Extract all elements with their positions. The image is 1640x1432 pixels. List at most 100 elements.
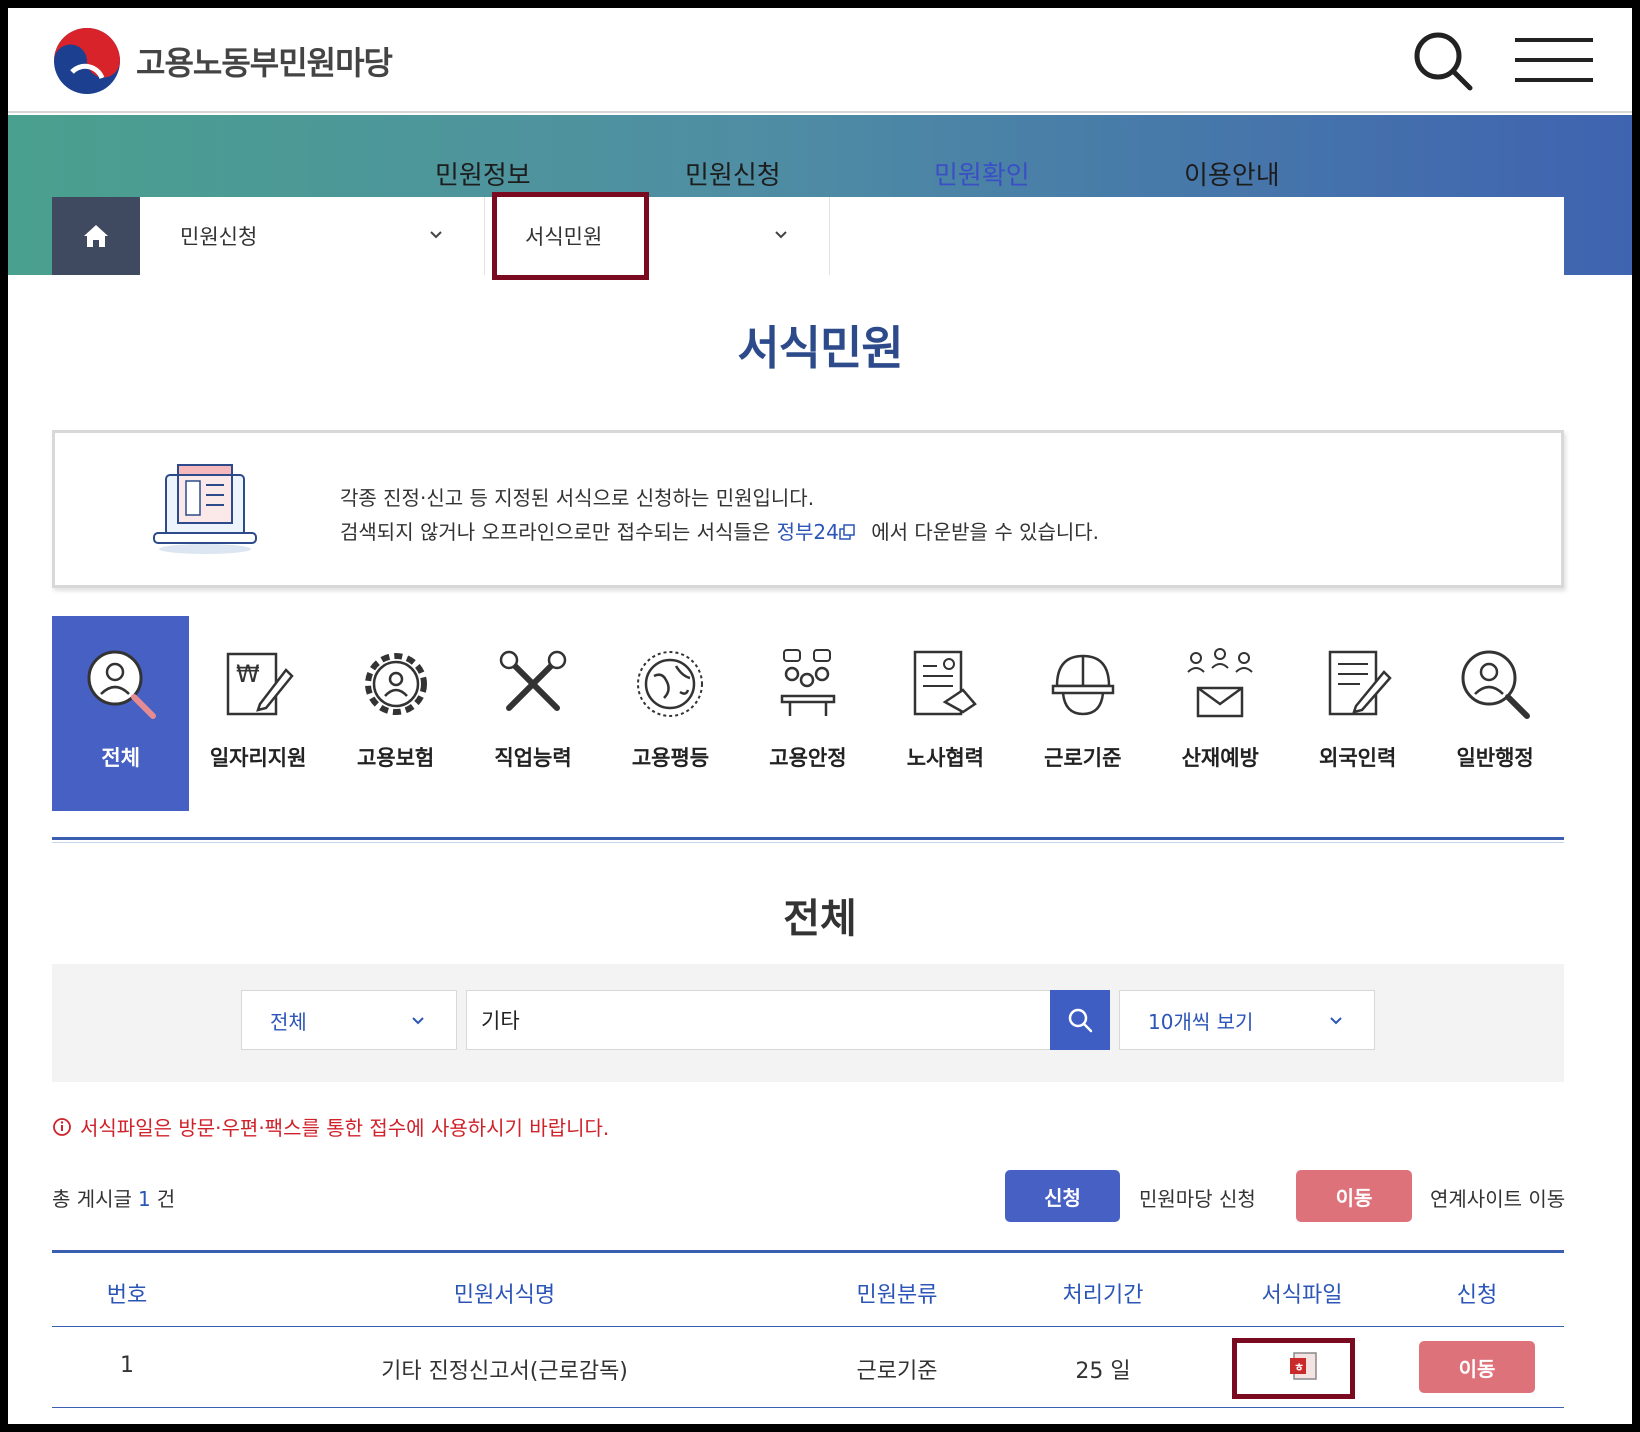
info-text: 각종 진정·신고 등 지정된 서식으로 신청하는 민원입니다. 검색되지 않거나…	[340, 481, 1099, 549]
category-tab-employment-stability[interactable]: 고용안정	[739, 616, 876, 811]
document-pen-icon	[1328, 650, 1392, 716]
tools-icon	[499, 650, 567, 711]
legend-apply-text: 민원마당 신청	[1139, 1187, 1256, 1211]
gov24-link[interactable]: 정부24	[777, 520, 865, 544]
category-label: 고용보험	[356, 746, 435, 770]
search-input[interactable]: 기타	[466, 990, 1053, 1050]
category-divider	[52, 837, 1564, 840]
meeting-people-icon	[780, 649, 836, 716]
hamburger-menu-icon[interactable]	[1513, 36, 1595, 86]
legend-move-badge: 이동	[1296, 1170, 1412, 1222]
highlight-box-file	[1232, 1338, 1355, 1399]
cell-period: 25 일	[1075, 1359, 1131, 1384]
gnb-item-usage-guide[interactable]: 이용안내	[1184, 155, 1280, 192]
taegeuk-logo-icon	[54, 28, 120, 94]
people-mail-icon	[1187, 648, 1253, 718]
th-period: 처리기간	[1062, 1283, 1144, 1308]
laptop-form-icon	[153, 464, 257, 554]
total-prefix: 총 게시글	[52, 1187, 132, 1211]
svg-text:₩: ₩	[236, 660, 260, 688]
category-label: 고용안정	[769, 746, 847, 770]
info-line2-pre: 검색되지 않거나 오프라인으로만 접수되는 서식들은	[340, 520, 771, 544]
category-tab-all[interactable]: 전체	[52, 616, 190, 811]
legend-apply-badge: 신청	[1005, 1170, 1120, 1222]
th-form-file: 서식파일	[1261, 1283, 1343, 1308]
info-circle-icon	[53, 1117, 71, 1136]
person-magnifier-icon	[87, 650, 156, 719]
legend-move-text: 연계사이트 이동	[1430, 1187, 1566, 1211]
page-title: 서식민원	[737, 321, 903, 375]
gov24-link-label: 정부24	[776, 520, 839, 544]
category-tab-accident-prevention[interactable]: 산재예방	[1152, 616, 1289, 811]
info-line2: 검색되지 않거나 오프라인으로만 접수되는 서식들은 정부24 에서 다운받을 …	[340, 515, 1099, 549]
category-label: 전체	[101, 746, 141, 770]
external-link-icon	[839, 524, 855, 540]
row-move-button[interactable]: 이동	[1419, 1341, 1535, 1393]
home-button[interactable]	[52, 197, 140, 275]
cell-form-name: 기타 진정신고서(근로감독)	[381, 1359, 628, 1384]
category-tab-general-admin[interactable]: 일반행정	[1426, 616, 1563, 811]
page-size-value: 10개씩 보기	[1148, 1009, 1254, 1034]
search-icon	[1068, 1008, 1093, 1033]
category-tab-labor-standards[interactable]: 근로기준	[1014, 616, 1151, 811]
category-label: 산재예방	[1181, 746, 1259, 770]
category-select-value: 전체	[270, 1009, 307, 1034]
notice-message: 서식파일은 방문·우편·팩스를 통한 접수에 사용하시기 바랍니다.	[52, 1112, 609, 1141]
gear-person-icon	[364, 653, 427, 715]
chevron-down-icon	[412, 1017, 424, 1025]
chevron-down-icon	[1330, 1017, 1342, 1025]
category-tabs: 전체 ₩ 일자리지원 고용보험 직업능력 고용평등 고용안정 노사협력 근로기준…	[52, 616, 1564, 811]
page-size-select[interactable]: 10개씩 보기	[1119, 990, 1375, 1050]
search-icon[interactable]	[1410, 28, 1476, 94]
category-label: 외국인력	[1319, 746, 1397, 770]
site-header: 고용노동부민원마당	[8, 8, 1632, 113]
notice-text: 서식파일은 방문·우편·팩스를 통한 접수에 사용하시기 바랍니다.	[80, 1116, 610, 1140]
safety-helmet-icon	[1051, 654, 1115, 716]
gnb-item-complaint-check[interactable]: 민원확인	[934, 155, 1030, 192]
total-number: 1	[137, 1187, 151, 1211]
gnb-item-complaint-apply[interactable]: 민원신청	[685, 155, 781, 192]
breadcrumb: 민원신청 서식민원	[52, 197, 1564, 275]
cell-number: 1	[120, 1353, 134, 1378]
th-category: 민원분류	[856, 1283, 938, 1308]
gnb-item-complaint-info[interactable]: 민원정보	[435, 155, 531, 192]
site-logo[interactable]: 고용노동부민원마당	[52, 26, 393, 96]
category-tab-job-support[interactable]: ₩ 일자리지원	[189, 616, 326, 811]
category-label: 직업능력	[494, 746, 572, 770]
info-box: 각종 진정·신고 등 지정된 서식으로 신청하는 민원입니다. 검색되지 않거나…	[52, 430, 1564, 588]
chevron-down-icon	[775, 231, 787, 239]
th-number: 번호	[106, 1283, 148, 1308]
category-label: 일자리지원	[209, 746, 307, 770]
search-area: 전체 기타 10개씩 보기	[52, 964, 1564, 1082]
info-line1: 각종 진정·신고 등 지정된 서식으로 신청하는 민원입니다.	[340, 486, 815, 510]
info-line2-post: 에서 다운받을 수 있습니다.	[871, 520, 1100, 544]
breadcrumb-depth1-select[interactable]: 민원신청	[140, 197, 485, 275]
logo-text: 고용노동부민원마당	[136, 44, 393, 82]
th-form-name: 민원서식명	[453, 1283, 556, 1308]
search-button[interactable]	[1050, 990, 1110, 1050]
category-label: 일반행정	[1456, 746, 1534, 770]
chevron-down-icon	[430, 231, 442, 239]
search-input-value: 기타	[481, 1009, 520, 1033]
total-count: 총 게시글 1 건	[52, 1183, 175, 1212]
globe-icon	[637, 651, 704, 717]
category-tab-employment-insurance[interactable]: 고용보험	[327, 616, 464, 811]
category-label: 고용평등	[631, 746, 710, 770]
category-select[interactable]: 전체	[241, 990, 457, 1050]
category-label: 노사협력	[906, 746, 984, 770]
highlight-box-breadcrumb	[492, 192, 649, 280]
category-divider-light	[52, 842, 1564, 843]
breadcrumb-depth1-label: 민원신청	[180, 225, 258, 249]
person-magnifier-icon	[1461, 650, 1531, 719]
category-tab-foreign-workforce[interactable]: 외국인력	[1289, 616, 1426, 811]
home-icon	[84, 225, 108, 247]
won-document-pen-icon: ₩	[226, 652, 294, 716]
top-banner: 민원정보 민원신청 민원확인 이용안내 민원신청 서식민원	[8, 115, 1632, 275]
category-tab-labor-cooperation[interactable]: 노사협력	[877, 616, 1014, 811]
table-header: 번호 민원서식명 민원분류 처리기간 서식파일 신청	[52, 1250, 1564, 1327]
section-title: 전체	[783, 896, 857, 942]
category-tab-job-skills[interactable]: 직업능력	[464, 616, 601, 811]
cell-category: 근로기준	[856, 1359, 938, 1384]
category-tab-employment-equality[interactable]: 고용평등	[602, 616, 739, 811]
document-handshake-icon	[914, 650, 978, 716]
